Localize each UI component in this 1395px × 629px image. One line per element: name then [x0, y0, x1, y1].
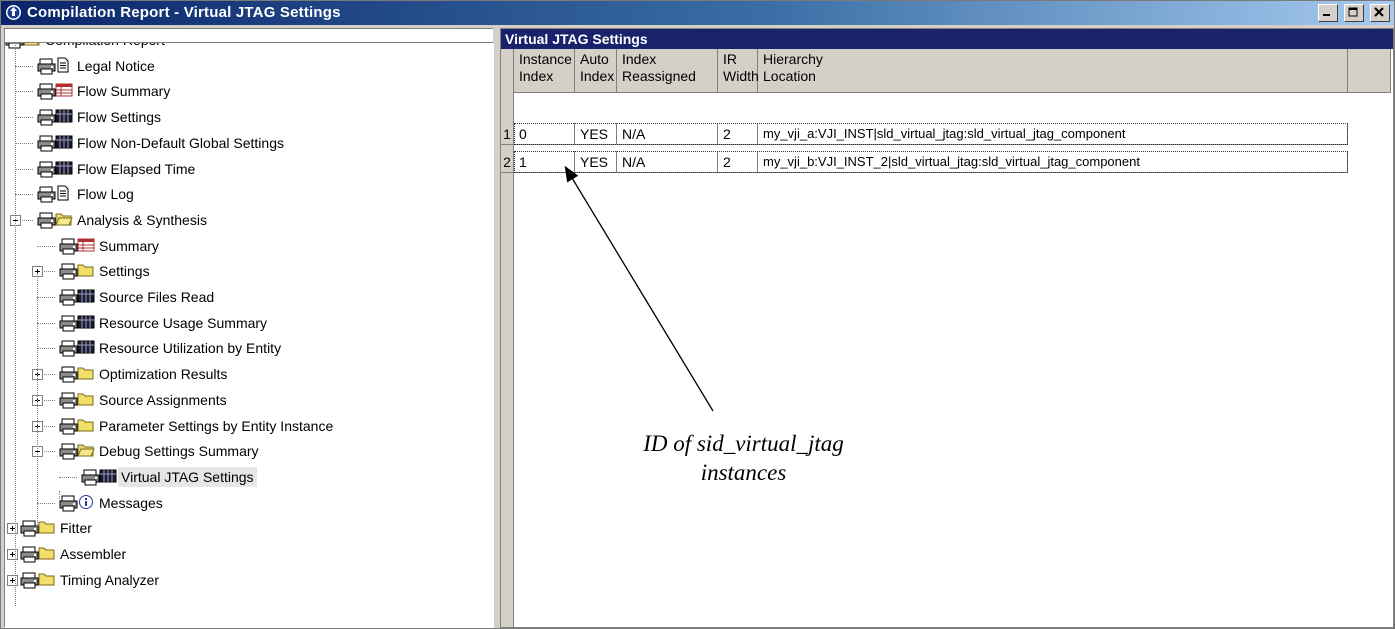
annotation-text: ID of sid_virtual_jtag instances — [601, 429, 886, 487]
report-window: Compilation Report - Virtual JTAG Settin… — [0, 0, 1395, 629]
annotation-line: ID of sid_virtual_jtag — [643, 431, 844, 456]
annotation-arrow — [564, 165, 714, 412]
annotation-line: instances — [700, 460, 787, 485]
